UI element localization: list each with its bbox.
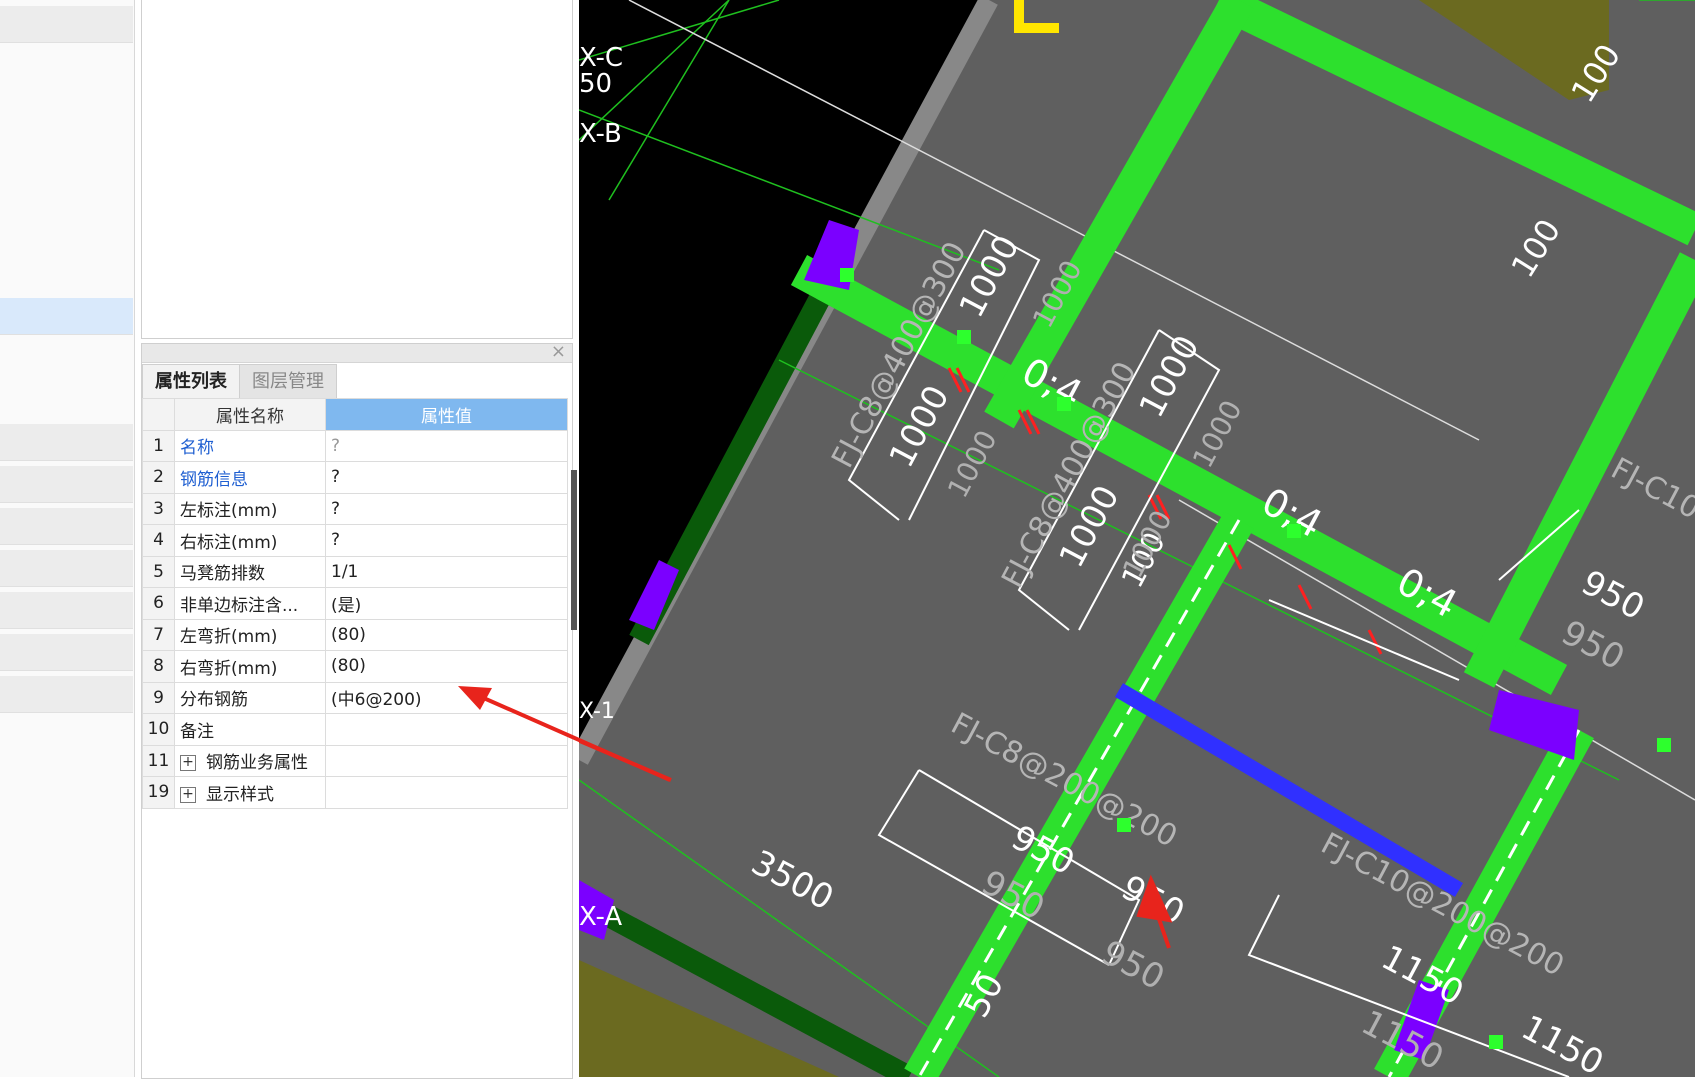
table-row[interactable]: 8 右弯折(mm) (80) (142, 650, 568, 683)
row-number: 2 (142, 461, 175, 494)
group-label: 显示样式 (206, 784, 274, 805)
table-row[interactable]: 3 左标注(mm) ? (142, 492, 568, 525)
property-value[interactable]: ? (325, 524, 568, 557)
property-value[interactable]: ? (325, 461, 568, 494)
strip-row[interactable] (0, 634, 133, 671)
group-label: 钢筋业务属性 (206, 753, 308, 774)
close-icon[interactable]: × (551, 341, 566, 362)
property-name: 分布钢筋 (174, 681, 326, 714)
property-value[interactable]: (是) (325, 587, 568, 620)
strip-row[interactable] (0, 592, 133, 629)
axis-label: 50 (579, 69, 612, 99)
strip-row[interactable] (0, 424, 133, 461)
row-number: 5 (142, 555, 175, 588)
left-navigation-strip (0, 0, 135, 1077)
axis-label: X-A (579, 902, 622, 932)
strip-row[interactable] (0, 676, 133, 713)
panel-titlebar: × (142, 341, 572, 363)
row-number: 8 (142, 650, 175, 683)
strip-row[interactable] (0, 550, 133, 587)
row-number: 1 (142, 429, 175, 462)
row-number: 9 (142, 681, 175, 714)
property-name: 右标注(mm) (174, 524, 326, 557)
arrow-shaft (469, 690, 671, 782)
table-row[interactable]: 1 名称 ? (142, 429, 568, 462)
row-number: 6 (142, 587, 175, 620)
table-row[interactable]: 6 非单边标注含... (是) (142, 587, 568, 620)
property-value[interactable]: 1/1 (325, 555, 568, 588)
axis-label: X-B (579, 119, 622, 149)
drawing-svg: 100 100 100 1000 1000 1000 1000 1000 100… (579, 0, 1695, 1077)
strip-row[interactable] (0, 508, 133, 545)
property-name: 钢筋信息 (174, 461, 326, 494)
cad-drawing-canvas[interactable]: 100 100 100 1000 1000 1000 1000 1000 100… (579, 0, 1695, 1077)
expand-icon[interactable]: + (180, 755, 196, 772)
component-list-panel (141, 0, 573, 339)
property-name: 马凳筋排数 (174, 555, 326, 588)
row-number: 10 (142, 713, 175, 746)
row-number: 7 (142, 618, 175, 651)
row-number: 4 (142, 524, 175, 557)
panel-splitter[interactable] (571, 470, 577, 630)
property-value[interactable]: ? (325, 429, 568, 462)
row-number: 3 (142, 492, 175, 525)
expand-icon[interactable]: + (180, 786, 196, 803)
table-row[interactable]: 5 马凳筋排数 1/1 (142, 555, 568, 588)
annotation-arrow-overlay (458, 686, 671, 782)
tab-property-list[interactable]: 属性列表 (142, 364, 240, 399)
strip-row[interactable] (0, 466, 133, 503)
property-name: 右弯折(mm) (174, 650, 326, 683)
property-value[interactable]: (80) (325, 650, 568, 683)
property-name: 非单边标注含... (174, 587, 326, 620)
table-header-row: 属性名称 属性值 (142, 398, 568, 431)
row-number-header (142, 398, 175, 431)
strip-row-selected[interactable] (0, 298, 133, 335)
property-value[interactable]: (80) (325, 618, 568, 651)
table-row[interactable]: 7 左弯折(mm) (80) (142, 618, 568, 651)
property-value[interactable]: ? (325, 492, 568, 525)
property-name: 左标注(mm) (174, 492, 326, 525)
tab-layer-management[interactable]: 图层管理 (239, 364, 337, 399)
row-number: 19 (142, 776, 175, 809)
property-value-header: 属性值 (325, 398, 568, 431)
row-number: 11 (142, 744, 175, 777)
property-name-header: 属性名称 (174, 398, 326, 431)
property-group-name: + 钢筋业务属性 (174, 744, 326, 777)
property-name: 备注 (174, 713, 326, 746)
property-group-name: + 显示样式 (174, 776, 326, 809)
property-name: 名称 (174, 429, 326, 462)
strip-row[interactable] (0, 6, 133, 43)
table-row[interactable]: 2 钢筋信息 ? (142, 461, 568, 494)
property-name: 左弯折(mm) (174, 618, 326, 651)
table-row[interactable]: 4 右标注(mm) ? (142, 524, 568, 557)
